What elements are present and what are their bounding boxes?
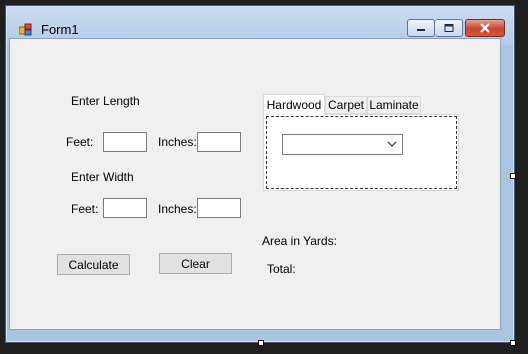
tab-hardwood[interactable]: Hardwood	[263, 94, 325, 115]
resize-handle-right[interactable]	[510, 173, 516, 179]
chevron-down-icon	[387, 141, 397, 147]
minimize-icon	[417, 29, 425, 31]
calculate-button[interactable]: Calculate	[57, 254, 130, 275]
area-in-yards-label: Area in Yards:	[262, 234, 337, 248]
window-title: Form1	[41, 22, 79, 37]
clear-button[interactable]: Clear	[159, 253, 232, 274]
enter-width-heading: Enter Width	[71, 170, 134, 184]
maximize-icon	[444, 24, 453, 32]
width-inches-label: Inches:	[158, 202, 197, 216]
hardwood-type-dropdown[interactable]	[282, 134, 403, 155]
enter-length-heading: Enter Length	[71, 94, 140, 108]
maximize-button[interactable]	[435, 19, 463, 37]
close-button[interactable]	[465, 19, 505, 37]
width-inches-input[interactable]	[197, 198, 241, 218]
length-feet-input[interactable]	[103, 132, 147, 152]
total-label: Total:	[267, 262, 296, 276]
hardwood-tab-panel	[263, 114, 459, 191]
length-inches-label: Inches:	[158, 135, 197, 149]
tab-carpet[interactable]: Carpet	[325, 96, 367, 114]
resize-handle-corner[interactable]	[510, 340, 516, 346]
tab-laminate[interactable]: Laminate	[367, 96, 421, 114]
resize-handle-bottom[interactable]	[258, 340, 264, 346]
length-feet-label: Feet:	[66, 135, 94, 149]
minimize-button[interactable]	[407, 19, 435, 37]
length-inches-input[interactable]	[197, 132, 241, 152]
close-icon	[480, 23, 490, 33]
width-feet-label: Feet:	[71, 202, 99, 216]
form-app-icon	[19, 23, 32, 36]
width-feet-input[interactable]	[103, 198, 147, 218]
